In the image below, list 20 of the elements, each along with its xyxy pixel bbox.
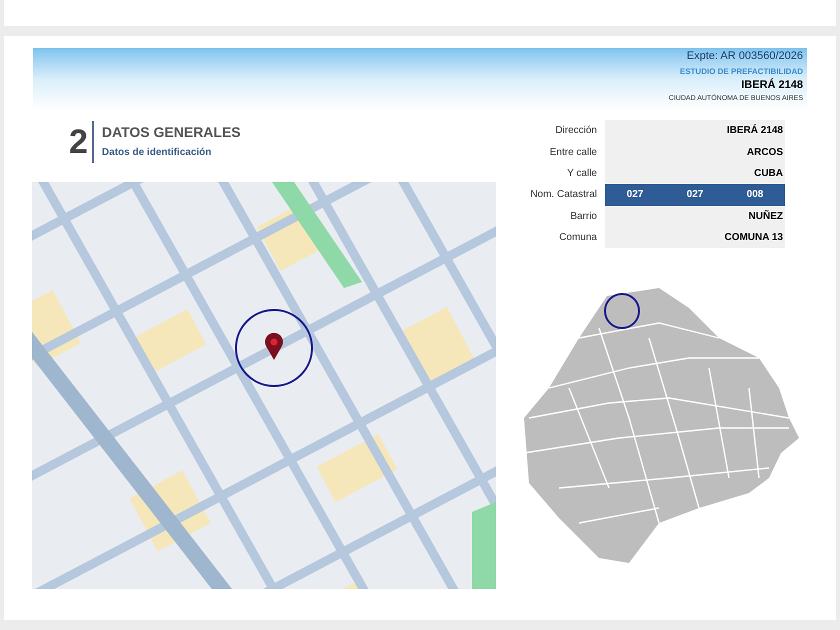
catastral-code: 008 <box>746 188 764 202</box>
field-label: Nom. Catastral <box>529 188 597 202</box>
section-number: 2 <box>69 125 89 159</box>
field-value: COMUNA 13 <box>605 226 785 248</box>
field-label: Comuna <box>558 231 597 246</box>
field-label: Y calle <box>566 166 597 181</box>
section-subtitle: Datos de identificación <box>102 146 212 160</box>
report-type: ESTUDIO DE PREFACTIBILIDAD <box>680 66 803 77</box>
field-value: CUBA <box>605 162 785 184</box>
section-title: DATOS GENERALES <box>102 124 241 142</box>
case-number: Expte: AR 003560/2026 <box>686 50 803 64</box>
field-value: IBERÁ 2148 <box>605 120 785 142</box>
catastral-code: 027 <box>626 188 644 202</box>
field-label: Barrio <box>569 210 597 224</box>
field-value: NUÑEZ <box>605 206 785 227</box>
catastral-code: 027 <box>686 188 704 202</box>
field-label: Dirección <box>554 124 597 138</box>
field-label: Entre calle <box>548 146 597 160</box>
report-address: IBERÁ 2148 <box>741 78 803 92</box>
field-value: ARCOS <box>605 141 785 163</box>
